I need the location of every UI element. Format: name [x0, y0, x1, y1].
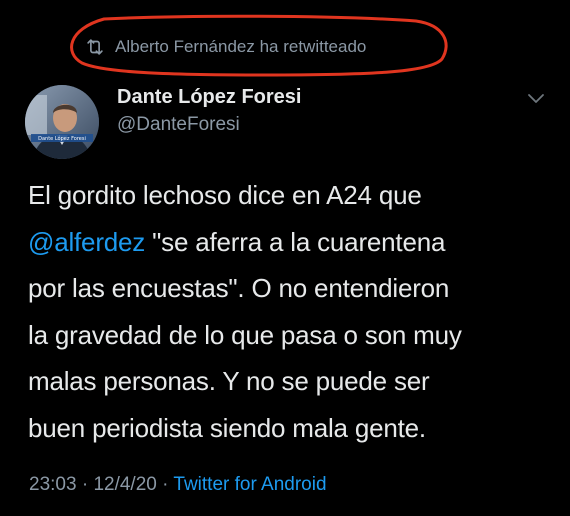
tweet-line-4: la gravedad de lo que pasa o son muy	[28, 319, 462, 350]
tweet-line-5: malas personas. Y no se puede ser	[28, 366, 430, 397]
retweet-label: Alberto Fernández ha retwitteado	[115, 37, 367, 56]
tweet-text: El gordito lechoso dice en A24 que @alfe…	[28, 172, 553, 452]
tweet-line-1: El gordito lechoso dice en A24 que	[28, 180, 422, 210]
tweet-source[interactable]: Twitter for Android	[173, 474, 326, 495]
tweet-date[interactable]: 12/4/20	[93, 474, 156, 495]
retweet-icon	[87, 39, 103, 55]
retweet-context[interactable]: Alberto Fernández ha retwitteado	[84, 33, 366, 61]
mention-link[interactable]: @alferdez	[28, 227, 145, 257]
avatar[interactable]: Dante López Foresi	[25, 85, 99, 159]
tweet-line-2-rest: "se aferra a la cuarentena	[145, 226, 446, 257]
author-handle[interactable]: @DanteForesi	[117, 114, 240, 136]
tweet-time[interactable]: 23:03	[29, 474, 77, 495]
chevron-down-icon[interactable]	[524, 88, 548, 108]
meta-separator: ·	[156, 474, 174, 495]
avatar-caption: Dante López Foresi	[38, 135, 86, 142]
tweet-line-6: buen periodista siendo mala gente.	[28, 412, 426, 443]
tweet-line-2: @alferdez "se aferra a la cuarentena	[28, 219, 553, 266]
tweet-line-3: por las encuestas". O no entendieron	[28, 273, 450, 304]
avatar-photo: Dante López Foresi	[25, 85, 99, 159]
meta-separator: ·	[76, 474, 94, 495]
author-name[interactable]: Dante López Foresi	[117, 86, 301, 109]
tweet-meta: 23:03 · 12/4/20 · Twitter for Android	[29, 474, 327, 496]
